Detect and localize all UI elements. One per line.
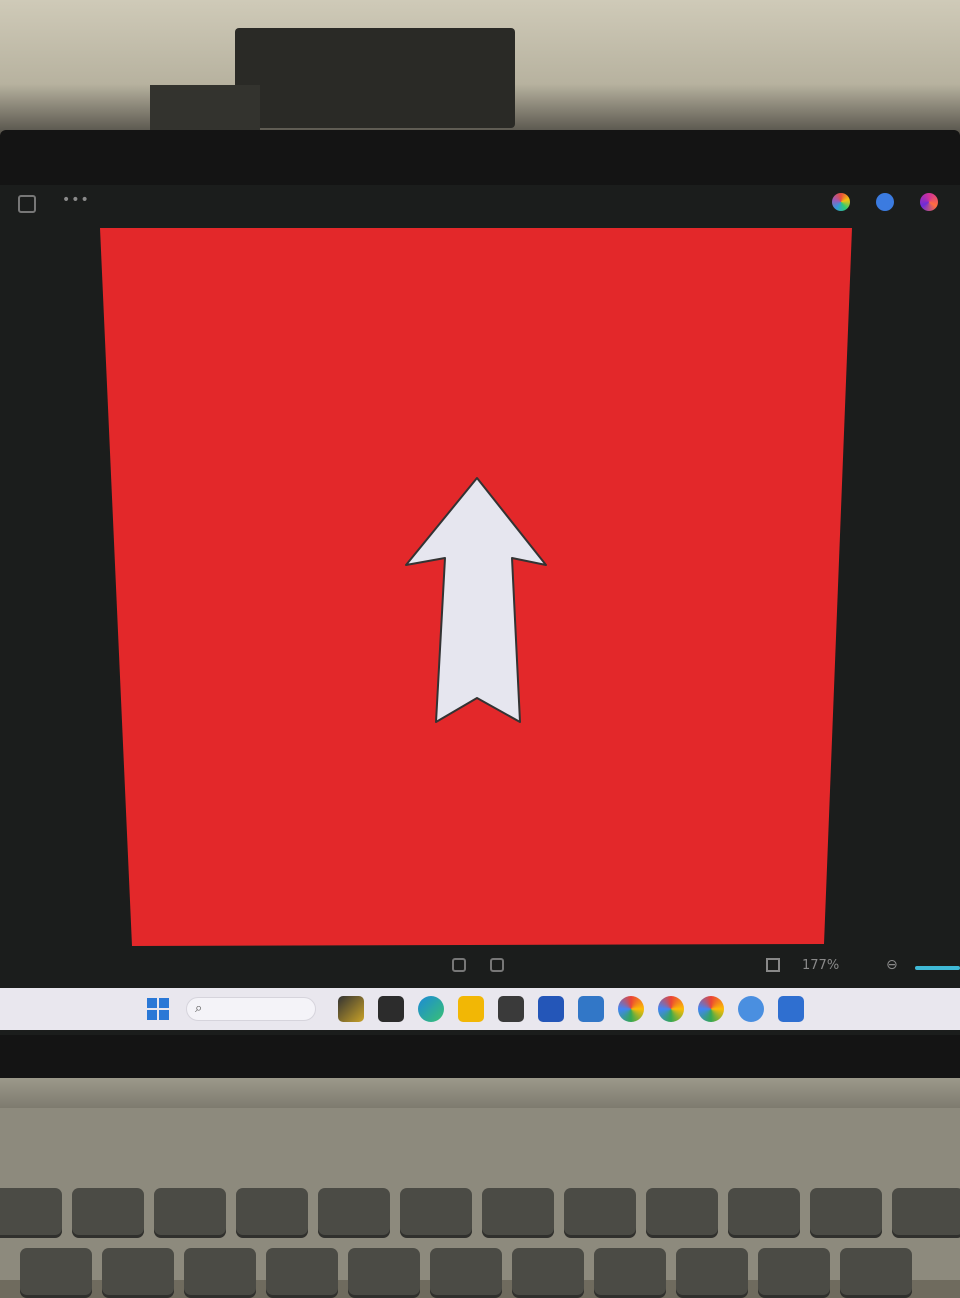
key: [482, 1188, 554, 1238]
key: [236, 1188, 308, 1238]
view-controls: [452, 958, 504, 972]
keyboard-deck: [0, 1108, 960, 1298]
key: [646, 1188, 718, 1238]
keyboard-row: [20, 1248, 912, 1298]
colorful-app-icon[interactable]: [832, 193, 850, 211]
key: [758, 1248, 830, 1298]
key: [810, 1188, 882, 1238]
key: [20, 1248, 92, 1298]
start-icon: [147, 1010, 157, 1020]
zoom-out-icon[interactable]: ⊖: [886, 957, 898, 973]
image-canvas: [100, 228, 852, 948]
start-icon: [159, 998, 169, 1008]
keyboard-row: [0, 1188, 960, 1238]
key: [564, 1188, 636, 1238]
key: [594, 1248, 666, 1298]
chrome-profile-3-icon[interactable]: [698, 996, 724, 1022]
fit-to-window-icon[interactable]: [766, 958, 780, 972]
key: [266, 1248, 338, 1298]
chrome-profile-2-icon[interactable]: [658, 996, 684, 1022]
background-object: [150, 85, 260, 135]
displayed-image: [100, 228, 852, 946]
key: [154, 1188, 226, 1238]
rotate-icon[interactable]: [452, 958, 466, 972]
window-menu-icon[interactable]: [18, 195, 36, 213]
taskbar: ⌕: [0, 988, 960, 1030]
settings-icon[interactable]: [738, 996, 764, 1022]
crop-icon[interactable]: [490, 958, 504, 972]
zoom-slider[interactable]: [915, 966, 960, 970]
key: [184, 1248, 256, 1298]
key: [430, 1248, 502, 1298]
key: [0, 1188, 62, 1238]
chrome-icon[interactable]: [618, 996, 644, 1022]
zoom-level: 177%: [802, 958, 840, 973]
store-icon[interactable]: [538, 996, 564, 1022]
key: [102, 1248, 174, 1298]
search-box[interactable]: ⌕: [186, 997, 316, 1021]
status-bar: 177% ⊖: [0, 955, 960, 981]
key: [676, 1248, 748, 1298]
key: [840, 1248, 912, 1298]
key: [728, 1188, 800, 1238]
taskbar-apps: [338, 996, 804, 1022]
more-dots-icon[interactable]: •••: [62, 192, 90, 208]
media-icon[interactable]: [498, 996, 524, 1022]
start-icon: [147, 998, 157, 1008]
background-object: [235, 28, 515, 128]
edge-icon[interactable]: [418, 996, 444, 1022]
folder-icon[interactable]: [458, 996, 484, 1022]
start-button[interactable]: [147, 998, 169, 1020]
key: [892, 1188, 960, 1238]
pink-app-icon[interactable]: [920, 193, 938, 211]
vscode-icon[interactable]: [578, 996, 604, 1022]
blue-app-icon[interactable]: [876, 193, 894, 211]
search-icon: ⌕: [195, 1001, 203, 1016]
key: [72, 1188, 144, 1238]
laptop-hinge: [0, 1078, 960, 1108]
key: [400, 1188, 472, 1238]
key: [512, 1248, 584, 1298]
title-bar: •••: [0, 190, 960, 220]
key: [318, 1188, 390, 1238]
start-icon: [159, 1010, 169, 1020]
key: [348, 1248, 420, 1298]
app-icon[interactable]: [778, 996, 804, 1022]
file-explorer-icon[interactable]: [338, 996, 364, 1022]
title-bar-apps: [832, 193, 938, 211]
terminal-icon[interactable]: [378, 996, 404, 1022]
